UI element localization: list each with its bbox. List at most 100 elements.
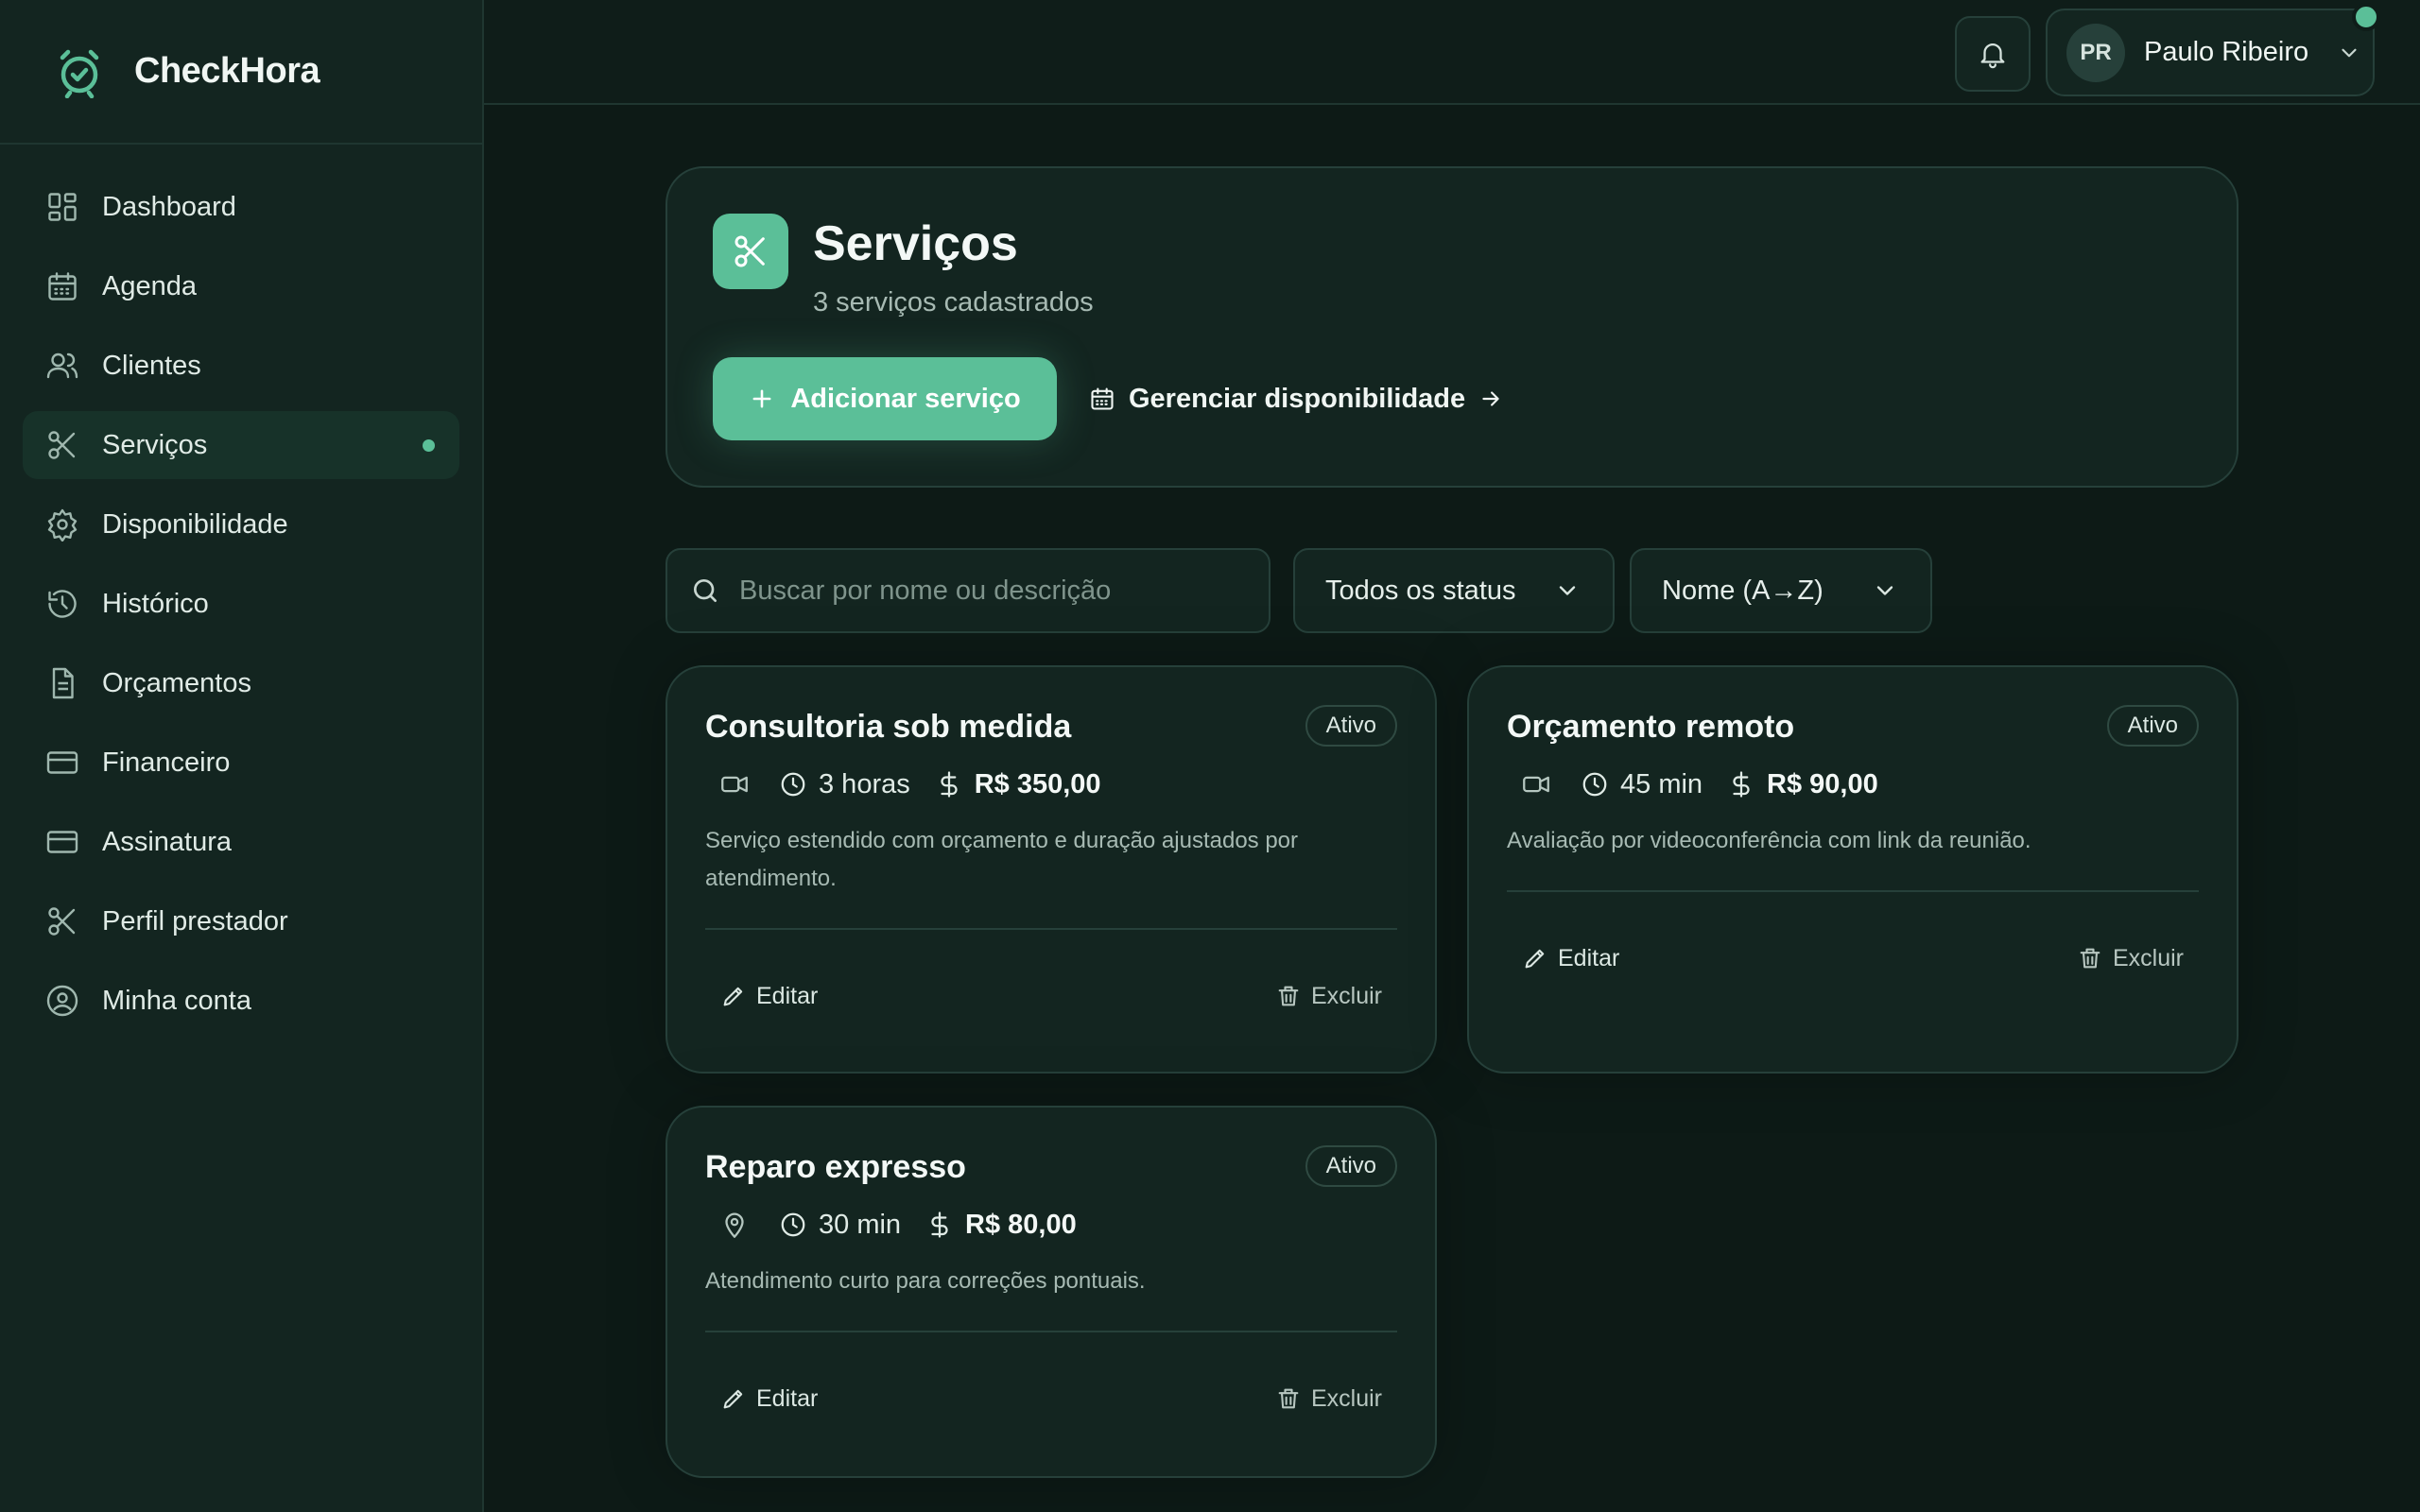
sidebar-item-servicos[interactable]: Serviços bbox=[23, 411, 459, 479]
alarm-clock-logo-icon bbox=[60, 49, 99, 98]
service-price: R$ 80,00 bbox=[965, 1209, 1077, 1240]
sidebar-item-label: Financeiro bbox=[102, 747, 231, 778]
user-name: Paulo Ribeiro bbox=[2144, 37, 2309, 67]
edit-button[interactable]: Editar bbox=[720, 1378, 818, 1419]
card-icon bbox=[46, 831, 78, 853]
sort-select[interactable]: Nome (A→Z) bbox=[1630, 548, 1932, 633]
plus-icon bbox=[752, 389, 771, 408]
delete-label: Excluir bbox=[2112, 944, 2184, 971]
card-divider bbox=[705, 928, 1397, 930]
calendar-icon bbox=[48, 272, 77, 301]
service-description: Avaliação por videoconferência com link … bbox=[1507, 828, 2031, 853]
video-icon bbox=[1523, 776, 1549, 793]
service-title: Consultoria sob medida bbox=[705, 709, 1072, 745]
delete-button[interactable]: Excluir bbox=[2077, 937, 2184, 979]
service-title: Reparo expresso bbox=[705, 1149, 966, 1185]
status-filter-value: Todos os status bbox=[1325, 575, 1516, 606]
service-duration: 45 min bbox=[1620, 768, 1703, 799]
pencil-icon bbox=[723, 1389, 743, 1409]
sidebar-item-clientes[interactable]: Clientes bbox=[23, 332, 459, 400]
pencil-icon bbox=[723, 987, 743, 1006]
manage-availability-link[interactable]: Gerenciar disponibilidade bbox=[1089, 357, 1503, 440]
dollar-icon bbox=[1733, 771, 1750, 798]
service-duration: 3 horas bbox=[819, 768, 910, 799]
manage-availability-label: Gerenciar disponibilidade bbox=[1129, 383, 1466, 414]
scissors-icon bbox=[48, 907, 76, 936]
chevron-down-icon bbox=[1876, 586, 1893, 595]
page-title: Serviços bbox=[813, 216, 1018, 271]
dollar-icon bbox=[941, 771, 958, 798]
sidebar-item-agenda[interactable]: Agenda bbox=[23, 252, 459, 320]
notifications-button[interactable] bbox=[1955, 16, 2031, 92]
service-meta: 45 min R$ 90,00 bbox=[1507, 764, 1878, 805]
trash-icon bbox=[1278, 986, 1299, 1006]
service-price: R$ 90,00 bbox=[1767, 768, 1878, 799]
status-badge: Ativo bbox=[1305, 1145, 1397, 1187]
chevron-down-icon bbox=[2342, 48, 2357, 57]
sidebar-item-label: Perfil prestador bbox=[102, 905, 288, 936]
sidebar-item-minha-conta[interactable]: Minha conta bbox=[23, 967, 459, 1035]
video-icon bbox=[721, 776, 748, 793]
online-status-dot bbox=[2352, 3, 2380, 31]
user-circle-icon bbox=[46, 985, 78, 1017]
dashboard-icon bbox=[48, 193, 77, 221]
service-card: Reparo expresso Ativo 30 min R$ 80,00 At… bbox=[666, 1106, 1437, 1478]
edit-button[interactable]: Editar bbox=[1522, 937, 1619, 979]
add-service-button[interactable]: Adicionar serviço bbox=[713, 357, 1057, 440]
sidebar-item-financeiro[interactable]: Financeiro bbox=[23, 729, 459, 797]
delete-label: Excluir bbox=[1310, 982, 1382, 1009]
sidebar: CheckHora Dashboard Agenda Clientes Serv… bbox=[0, 0, 484, 1512]
search-input[interactable] bbox=[739, 575, 1231, 607]
clock-icon bbox=[1582, 772, 1607, 797]
bell-icon bbox=[1980, 43, 2005, 69]
edit-label: Editar bbox=[1558, 944, 1620, 971]
status-badge: Ativo bbox=[2106, 705, 2199, 747]
delete-label: Excluir bbox=[1310, 1384, 1382, 1412]
sidebar-item-label: Disponibilidade bbox=[102, 508, 288, 540]
sidebar-item-label: Serviços bbox=[102, 429, 208, 460]
service-meta: 3 horas R$ 350,00 bbox=[705, 764, 1101, 805]
clock-icon bbox=[781, 1212, 805, 1237]
sidebar-nav: Dashboard Agenda Clientes Serviços Dispo… bbox=[0, 145, 482, 1035]
status-badge: Ativo bbox=[1305, 705, 1397, 747]
delete-button[interactable]: Excluir bbox=[1275, 1378, 1382, 1419]
sidebar-item-label: Histórico bbox=[102, 588, 209, 619]
service-meta: 30 min R$ 80,00 bbox=[705, 1204, 1077, 1246]
service-price: R$ 350,00 bbox=[974, 768, 1101, 799]
card-icon bbox=[46, 751, 78, 774]
calendar-icon bbox=[1091, 387, 1114, 410]
search-box[interactable] bbox=[666, 548, 1270, 633]
clock-icon bbox=[781, 772, 805, 797]
trash-icon bbox=[2080, 948, 2100, 969]
card-divider bbox=[1507, 890, 2199, 892]
services-header-card: Serviços 3 serviços cadastrados Adiciona… bbox=[666, 166, 2238, 488]
search-icon bbox=[694, 579, 717, 602]
users-icon bbox=[46, 352, 78, 379]
service-card: Orçamento remoto Ativo 45 min R$ 90,00 A… bbox=[1467, 665, 2238, 1074]
gear-icon bbox=[47, 508, 78, 541]
sidebar-item-disponibilidade[interactable]: Disponibilidade bbox=[23, 490, 459, 558]
scissors-icon bbox=[713, 214, 788, 289]
edit-button[interactable]: Editar bbox=[720, 975, 818, 1017]
delete-button[interactable]: Excluir bbox=[1275, 975, 1382, 1017]
service-description: Serviço estendido com orçamento e duraçã… bbox=[705, 828, 1299, 891]
sidebar-item-perfil-prestador[interactable]: Perfil prestador bbox=[23, 887, 459, 955]
service-description: Atendimento curto para correções pontuai… bbox=[705, 1268, 1146, 1294]
sidebar-item-orcamentos[interactable]: Orçamentos bbox=[23, 649, 459, 717]
edit-label: Editar bbox=[756, 982, 819, 1009]
sidebar-item-label: Minha conta bbox=[102, 985, 251, 1016]
service-title: Orçamento remoto bbox=[1507, 709, 1795, 745]
sidebar-item-dashboard[interactable]: Dashboard bbox=[23, 173, 459, 241]
brand-name: CheckHora bbox=[134, 51, 320, 91]
dollar-icon bbox=[931, 1211, 948, 1238]
user-menu-button[interactable]: PR Paulo Ribeiro bbox=[2046, 9, 2375, 96]
edit-label: Editar bbox=[756, 1384, 819, 1412]
brand[interactable]: CheckHora bbox=[0, 0, 482, 145]
sidebar-item-historico[interactable]: Histórico bbox=[23, 570, 459, 638]
status-filter-select[interactable]: Todos os status bbox=[1293, 548, 1615, 633]
sidebar-item-assinatura[interactable]: Assinatura bbox=[23, 808, 459, 876]
arrow-right-icon bbox=[1482, 391, 1499, 406]
card-divider bbox=[705, 1331, 1397, 1332]
history-icon bbox=[48, 590, 77, 618]
add-service-label: Adicionar serviço bbox=[790, 383, 1021, 414]
